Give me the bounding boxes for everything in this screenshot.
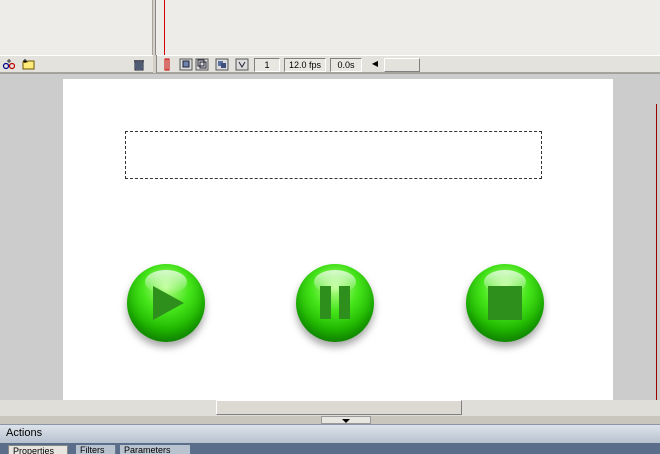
modify-onion-markers-icon[interactable] bbox=[235, 58, 249, 71]
tab-properties[interactable]: Properties bbox=[8, 445, 68, 454]
stop-button[interactable] bbox=[466, 264, 544, 342]
pause-icon-bar bbox=[339, 286, 350, 319]
collapse-arrow-icon[interactable] bbox=[342, 419, 350, 423]
edit-multiple-frames-icon[interactable] bbox=[215, 58, 229, 71]
stage-edge-marker bbox=[656, 104, 660, 402]
pause-icon bbox=[320, 286, 331, 319]
layer-panel[interactable] bbox=[0, 0, 153, 55]
tab-parameters[interactable]: Parameters bbox=[120, 445, 190, 454]
dynamic-text-field[interactable] bbox=[125, 131, 542, 179]
play-icon bbox=[153, 286, 184, 320]
onion-skin-icon[interactable] bbox=[179, 58, 193, 71]
timeline bbox=[0, 0, 660, 55]
current-frame-field: 1 bbox=[254, 58, 280, 72]
add-motion-guide-icon[interactable] bbox=[2, 58, 16, 71]
onion-skin-outlines-icon[interactable] bbox=[195, 58, 209, 71]
elapsed-time-field: 0.0s bbox=[330, 58, 362, 72]
insert-layer-folder-icon[interactable] bbox=[22, 58, 36, 71]
tab-filters[interactable]: Filters bbox=[76, 445, 116, 454]
scroll-left-arrow-icon[interactable]: ◀ bbox=[368, 58, 382, 72]
stage-scrollbar-thumb[interactable] bbox=[216, 400, 462, 415]
actions-panel-header[interactable]: Actions bbox=[0, 424, 660, 443]
timeline-toolbar-splitter bbox=[153, 55, 157, 73]
stage-pasteboard bbox=[0, 73, 660, 402]
timeline-toolbar: 1 12.0 fps 0.0s ◀ bbox=[0, 55, 660, 73]
timeline-splitter[interactable] bbox=[153, 0, 156, 55]
pause-button[interactable] bbox=[296, 264, 374, 342]
frame-rate-field[interactable]: 12.0 fps bbox=[284, 58, 326, 72]
timeline-scrollbar-thumb[interactable] bbox=[384, 58, 420, 72]
stop-icon bbox=[488, 286, 522, 320]
stage[interactable] bbox=[63, 79, 613, 401]
play-button[interactable] bbox=[127, 264, 205, 342]
center-frame-icon[interactable] bbox=[160, 58, 174, 71]
properties-panel-tabs: Properties Filters Parameters bbox=[0, 443, 660, 454]
stage-horizontal-scrollbar[interactable] bbox=[0, 400, 660, 416]
playhead[interactable] bbox=[164, 0, 165, 55]
frames-panel[interactable] bbox=[157, 0, 660, 55]
delete-layer-icon[interactable] bbox=[132, 58, 146, 71]
actions-panel-title: Actions bbox=[6, 427, 43, 439]
